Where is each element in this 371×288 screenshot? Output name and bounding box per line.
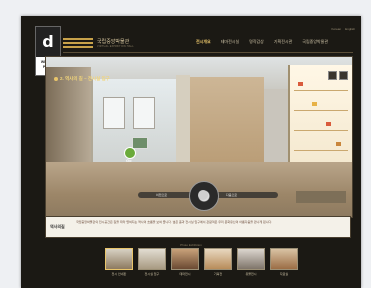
display-item (336, 142, 341, 146)
fullscreen-icon[interactable] (328, 71, 337, 80)
display-item (326, 122, 331, 126)
nav-item-overview[interactable]: 전시개요 (196, 39, 211, 45)
nav-item-masterpieces[interactable]: 명작감상 (249, 39, 264, 45)
award-logo: d (36, 27, 60, 57)
scene-artwork[interactable] (132, 137, 148, 149)
util-link-korean[interactable]: Korean (331, 27, 341, 31)
go-hotspot-label[interactable]: Go (126, 158, 132, 163)
logo-title: 국립중앙박물관 (97, 38, 130, 45)
scene-window (103, 97, 125, 129)
scene-display-case[interactable] (288, 65, 352, 175)
thumbnail-item[interactable]: 유물전시 (237, 248, 265, 276)
display-shelf (294, 105, 348, 111)
description-panel: 역사의길 국립중앙박물관의 전시공간은 길을 따라 펼쳐지는 역사의 흐름을 보… (45, 216, 351, 238)
nav-item-museum[interactable]: 국립중앙박물관 (302, 39, 328, 45)
utility-links: Korean English (331, 27, 355, 31)
thumbnail-caption: 전시 안내판 (111, 272, 127, 276)
description-label: 역사의길 (50, 224, 65, 229)
display-shelf (294, 125, 348, 131)
thumbnail-caption: 전시실 입구 (144, 272, 160, 276)
thumbnail-image[interactable] (105, 248, 133, 270)
thumbnail-item[interactable]: 전시 안내판 (105, 248, 133, 276)
description-text: 국립중앙박물관의 전시공간은 길을 따라 펼쳐지는 역사의 흐름을 보여 줍니다… (76, 220, 273, 224)
thumbnail-caption: 유물전시 (245, 272, 257, 276)
thumbnail-item[interactable]: 테마전시 (171, 248, 199, 276)
nav-item-special[interactable]: 기획전시관 (274, 39, 292, 45)
thumbnail-image[interactable] (171, 248, 199, 270)
nav-item-theme[interactable]: 테마전시실 (221, 39, 239, 45)
wheel-center-button[interactable] (198, 190, 208, 200)
thumbnail-caption: 자료실 (279, 272, 289, 276)
logo-subtitle: VIRTUAL EXHIBITION HALL (97, 44, 134, 48)
thumbnail-item[interactable]: 자료실 (270, 248, 298, 276)
scene-vitrine (296, 191, 346, 203)
util-link-english[interactable]: English (345, 27, 355, 31)
museum-logo[interactable]: 국립중앙박물관 VIRTUAL EXHIBITION HALL (63, 38, 134, 48)
thumbnail-caption: 테마전시 (179, 272, 191, 276)
scene-pillar (176, 75, 190, 170)
thumbnail-image[interactable] (270, 248, 298, 270)
control-next-label[interactable]: 다음으로 (226, 193, 237, 197)
thumbnail-image[interactable] (138, 248, 166, 270)
scene-window (133, 97, 155, 129)
thumbnail-item[interactable]: 전시실 입구 (138, 248, 166, 276)
help-icon[interactable] (339, 71, 348, 80)
thumbnail-strip: 전시 안내판 전시실 입구 테마전시 기획전 유물전시 자료실 (105, 248, 298, 276)
thumbnail-item[interactable]: 기획전 (204, 248, 232, 276)
virtual-museum-window: d WINNER PRIZE 국립중앙박물관 VIRTUAL EXHIBITIO… (21, 16, 361, 288)
thumbnail-image[interactable] (204, 248, 232, 270)
thumbnail-caption: 기획전 (213, 272, 223, 276)
main-navigation: 전시개요 테마전시실 명작감상 기획전시관 국립중앙박물관 (196, 39, 328, 45)
thumbnail-strip-title: Photo Exhibition (180, 243, 202, 247)
display-item (312, 102, 317, 106)
control-prev-label[interactable]: 이전으로 (156, 193, 167, 197)
panorama-viewer[interactable]: 2. 역사의 길 – 전시실 입구 Go 이전으로 다음으로 (45, 56, 353, 218)
logo-mark-icon (63, 38, 93, 48)
viewer-toolbar (328, 71, 348, 80)
tour-location-title: 2. 역사의 길 – 전시실 입구 (60, 76, 110, 81)
scene-wood-wall (190, 77, 264, 172)
location-marker-icon (54, 77, 58, 81)
nav-divider (63, 52, 353, 53)
display-item (298, 82, 303, 86)
thumbnail-image[interactable] (237, 248, 265, 270)
